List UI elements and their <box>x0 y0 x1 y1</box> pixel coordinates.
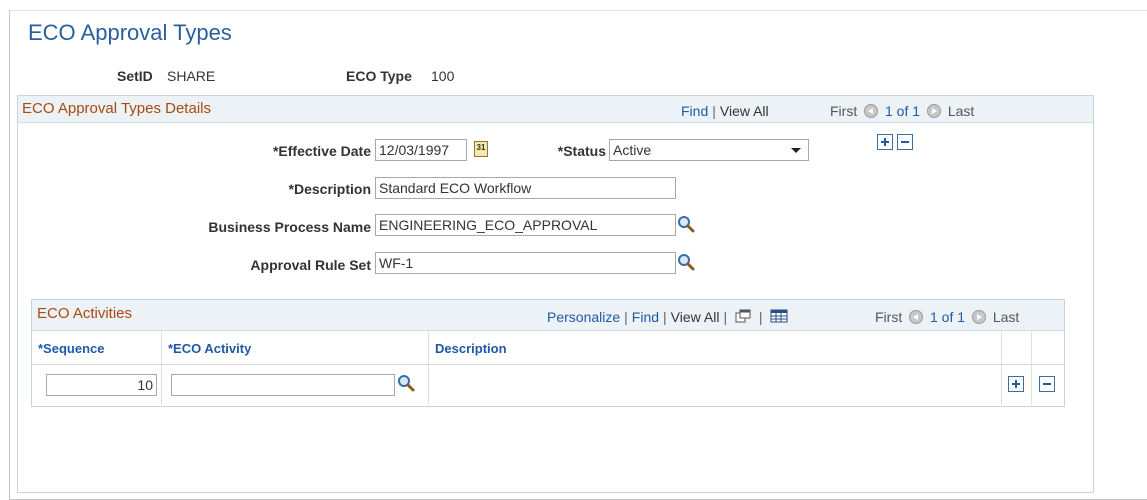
grid-header: ECO Activities Personalize | Find | View All… <box>32 300 1064 331</box>
column-header-add <box>1002 331 1032 365</box>
grid-range: 1 of 1 <box>930 309 966 325</box>
grid-find-link[interactable]: Find <box>632 309 659 325</box>
nav-separator: | <box>712 103 716 119</box>
previous-icon[interactable] <box>909 310 924 324</box>
details-view-all-link[interactable]: View All <box>720 103 769 119</box>
status-select[interactable]: Active <box>609 139 809 161</box>
setid-label: SetID <box>117 68 153 84</box>
delete-row-icon <box>901 141 909 143</box>
nav-separator: | <box>723 309 728 325</box>
details-find-link[interactable]: Find <box>681 103 708 119</box>
new-window-icon[interactable] <box>735 309 751 323</box>
business-process-input[interactable]: ENGINEERING_ECO_APPROVAL <box>375 214 676 236</box>
lookup-icon[interactable] <box>677 215 695 233</box>
sequence-input[interactable]: 10 <box>46 374 157 396</box>
description-cell <box>429 365 1002 405</box>
grid-last-label: Last <box>992 309 1020 325</box>
nav-separator: | <box>624 309 628 325</box>
eco-type-label: ECO Type <box>346 68 412 84</box>
status-value: Active <box>613 142 652 158</box>
delete-row-button[interactable] <box>897 134 913 150</box>
details-pager: First 1 of 1 Last <box>830 103 974 119</box>
next-icon[interactable] <box>971 310 986 324</box>
approval-rule-set-label: Approval Rule Set <box>250 257 371 273</box>
grid-view-all-link[interactable]: View All <box>671 309 720 325</box>
chevron-down-icon <box>791 148 801 153</box>
business-process-label: Business Process Name <box>208 219 371 235</box>
details-last-label: Last <box>947 103 975 119</box>
delete-row-icon <box>1043 383 1051 385</box>
effective-date-input[interactable]: 12/03/1997 <box>375 139 467 161</box>
table-row: 10 <box>32 365 162 405</box>
personalize-link[interactable]: Personalize <box>547 309 620 325</box>
lookup-icon[interactable] <box>397 374 415 392</box>
previous-icon[interactable] <box>864 104 879 118</box>
add-row-icon <box>1015 380 1017 388</box>
grid-title: ECO Activities <box>37 305 133 322</box>
grid-pager: First 1 of 1 Last <box>875 309 1019 325</box>
lookup-icon[interactable] <box>677 253 695 271</box>
nav-separator: | <box>663 309 667 325</box>
details-group-title: ECO Approval Types Details <box>22 100 211 117</box>
description-label: *Description <box>288 181 371 197</box>
details-first-label: First <box>830 103 858 119</box>
calendar-icon[interactable]: 31 <box>474 141 488 157</box>
column-header-sequence[interactable]: *Sequence <box>32 331 162 365</box>
next-icon[interactable] <box>926 104 941 118</box>
effective-date-label: *Effective Date <box>272 143 371 159</box>
column-header-eco-activity[interactable]: *ECO Activity <box>162 331 429 365</box>
add-cell <box>1002 365 1032 405</box>
description-input[interactable]: Standard ECO Workflow <box>375 177 676 199</box>
eco-activities-grid: ECO Activities Personalize | Find | View All… <box>31 299 1065 407</box>
details-group-header: ECO Approval Types Details Find | View All… <box>18 96 1093 123</box>
details-range: 1 of 1 <box>885 103 921 119</box>
add-row-button[interactable] <box>877 134 893 150</box>
status-label: *Status <box>557 143 606 159</box>
details-group: ECO Approval Types Details Find | View All… <box>17 95 1094 493</box>
grid-nav: Personalize | Find | View All | | <box>547 309 788 325</box>
add-row-icon <box>884 138 886 146</box>
grid-delete-row-button[interactable] <box>1039 376 1055 392</box>
details-nav: Find | View All <box>681 103 769 119</box>
column-header-delete <box>1032 331 1064 365</box>
eco-activity-cell <box>162 365 429 405</box>
download-grid-icon[interactable] <box>770 309 788 323</box>
eco-type-value: 100 <box>431 68 455 84</box>
column-header-description[interactable]: Description <box>429 331 1002 365</box>
eco-activity-input[interactable] <box>171 374 395 396</box>
nav-separator: | <box>758 309 763 325</box>
approval-rule-set-input[interactable]: WF-1 <box>375 252 676 274</box>
grid-first-label: First <box>875 309 903 325</box>
delete-cell <box>1032 365 1064 405</box>
page-title: ECO Approval Types <box>28 20 232 45</box>
setid-value: SHARE <box>167 68 216 84</box>
grid-add-row-button[interactable] <box>1008 376 1024 392</box>
